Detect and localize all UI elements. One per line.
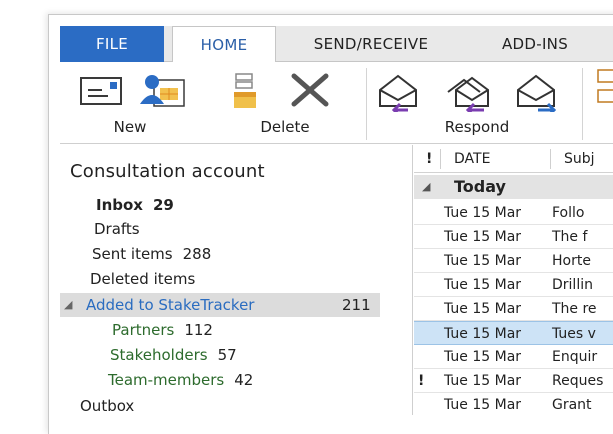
- meeting-icon[interactable]: [596, 68, 613, 108]
- folder-partners[interactable]: Partners 112: [112, 318, 213, 342]
- ignore-cleanup-icon[interactable]: [228, 70, 264, 112]
- message-row[interactable]: Tue 15 Mar The re: [414, 297, 613, 321]
- folder-label: Outbox: [80, 397, 135, 415]
- message-subject: Drillin: [552, 277, 593, 293]
- ribbon-separator: [582, 68, 583, 140]
- tab-send-receive[interactable]: SEND/RECEIVE: [296, 26, 446, 62]
- tab-add-ins[interactable]: ADD-INS: [480, 26, 590, 62]
- group-label: Today: [454, 177, 506, 196]
- folder-label: Sent items: [92, 245, 173, 263]
- ribbon-group-respond: Respond: [372, 62, 592, 144]
- message-row[interactable]: Tue 15 Mar Drillin: [414, 273, 613, 297]
- message-date: Tue 15 Mar: [444, 373, 522, 389]
- folder-team-members[interactable]: Team-members 42: [108, 368, 253, 392]
- message-date: Tue 15 Mar: [444, 205, 522, 221]
- message-row[interactable]: Tue 15 Mar The f: [414, 225, 613, 249]
- group-header-today[interactable]: ◢ Today: [414, 175, 613, 199]
- folder-label: Drafts: [94, 220, 140, 238]
- pane-divider[interactable]: [412, 145, 413, 415]
- message-subject: The re: [552, 301, 597, 317]
- folder-stakeholders[interactable]: Stakeholders 57: [110, 343, 237, 367]
- list-header: ! DATE Subj: [414, 145, 613, 173]
- message-row[interactable]: Tue 15 Mar Follo: [414, 201, 613, 225]
- message-date: Tue 15 Mar: [444, 326, 522, 342]
- subject-column-header[interactable]: Subj: [564, 151, 595, 167]
- folder-drafts[interactable]: Drafts: [94, 217, 140, 241]
- message-date: Tue 15 Mar: [444, 229, 522, 245]
- tab-home[interactable]: HOME: [172, 26, 276, 63]
- folder-label: Inbox: [96, 196, 143, 214]
- reply-all-icon[interactable]: [442, 70, 498, 112]
- folder-sent-items[interactable]: Sent items 288: [92, 242, 211, 266]
- new-label: New: [113, 118, 147, 136]
- ribbon-group-delete: Delete: [210, 62, 360, 144]
- forward-icon[interactable]: [512, 70, 564, 112]
- message-subject: Follo: [552, 205, 585, 221]
- folder-label: Partners: [112, 321, 175, 339]
- item-count: 211: [342, 296, 371, 314]
- folder-deleted-items[interactable]: Deleted items: [90, 267, 195, 291]
- ribbon-group-new: New: [60, 62, 200, 144]
- message-subject: Reques: [552, 373, 604, 389]
- message-date: Tue 15 Mar: [444, 349, 522, 365]
- message-subject: The f: [552, 229, 588, 245]
- column-separator[interactable]: [550, 149, 551, 169]
- message-subject: Tues v: [552, 326, 596, 342]
- item-count: 288: [182, 245, 212, 263]
- message-subject: Enquir: [552, 349, 598, 365]
- message-subject: Horte: [552, 253, 591, 269]
- reply-icon[interactable]: [374, 70, 426, 112]
- folder-label: Added to StakeTracker: [86, 296, 255, 314]
- message-date: Tue 15 Mar: [444, 277, 522, 293]
- message-row[interactable]: Tue 15 Mar Grant: [414, 393, 613, 415]
- new-contact-icon[interactable]: [138, 70, 186, 110]
- folder-inbox[interactable]: Inbox 29: [96, 193, 174, 217]
- message-date: Tue 15 Mar: [444, 397, 522, 413]
- tab-file[interactable]: FILE: [60, 26, 164, 62]
- message-date: Tue 15 Mar: [444, 301, 522, 317]
- ribbon: New Delete Respond: [60, 62, 613, 144]
- message-row[interactable]: ! Tue 15 Mar Reques: [414, 369, 613, 393]
- collapse-triangle-icon[interactable]: ◢: [422, 175, 430, 199]
- message-row[interactable]: Tue 15 Mar Enquir: [414, 345, 613, 369]
- folder-label: Deleted items: [90, 270, 196, 288]
- importance-flag: !: [418, 373, 425, 389]
- date-column-header[interactable]: DATE: [454, 151, 490, 167]
- folder-label: Team-members: [108, 371, 225, 389]
- message-row[interactable]: Tue 15 Mar Horte: [414, 249, 613, 273]
- importance-column-header[interactable]: !: [426, 151, 432, 167]
- delete-label: Delete: [260, 118, 310, 136]
- folder-added-to-staketracker[interactable]: ◢ Added to StakeTracker 211: [60, 293, 380, 317]
- account-title[interactable]: Consultation account: [70, 161, 265, 182]
- unread-count: 29: [152, 196, 174, 214]
- folder-label: Stakeholders: [110, 346, 208, 364]
- item-count: 42: [234, 371, 254, 389]
- message-list: ! DATE Subj ◢ Today Tue 15 Mar Follo Tue…: [414, 145, 613, 415]
- folder-outbox[interactable]: Outbox: [80, 394, 134, 418]
- collapse-triangle-icon[interactable]: ◢: [64, 293, 72, 317]
- ribbon-separator: [366, 68, 367, 140]
- new-email-icon[interactable]: [78, 70, 124, 110]
- folder-pane: Consultation account Inbox 29 Drafts Sent…: [60, 145, 412, 415]
- message-date: Tue 15 Mar: [444, 253, 522, 269]
- delete-x-icon[interactable]: [288, 70, 332, 110]
- message-row-selected[interactable]: Tue 15 Mar Tues v: [414, 321, 613, 345]
- item-count: 57: [217, 346, 237, 364]
- ribbon-tab-strip: FILE HOME SEND/RECEIVE ADD-INS: [60, 26, 613, 63]
- column-separator[interactable]: [440, 149, 441, 169]
- item-count: 112: [184, 321, 213, 339]
- message-subject: Grant: [552, 397, 592, 413]
- respond-label: Respond: [444, 118, 510, 136]
